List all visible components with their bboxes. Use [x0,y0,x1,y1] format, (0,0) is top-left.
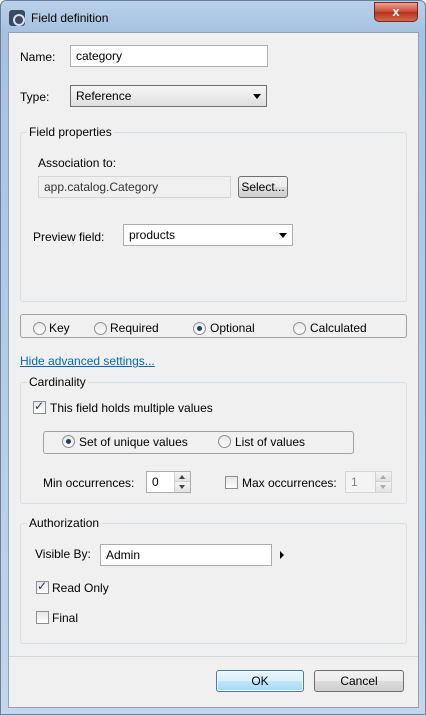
increment-icon[interactable] [175,472,190,482]
final-checkbox[interactable] [36,611,49,624]
stepper-buttons [174,472,190,492]
divider [9,656,418,657]
radio-required[interactable] [94,322,107,335]
ok-button[interactable]: OK [216,670,304,692]
association-label: Association to: [38,156,117,170]
radio-calculated-label: Calculated [310,321,367,335]
type-select-value: Reference [76,89,132,103]
radio-optional-label: Optional [210,321,255,335]
dialog-body: Name: category Type: Reference Field pro… [8,32,419,708]
app-icon [9,10,25,26]
field-properties-title: Field properties [27,125,114,139]
close-button[interactable]: x [374,2,418,22]
max-occurrences-checkbox[interactable] [225,476,238,489]
cancel-button[interactable]: Cancel [314,670,404,692]
read-only-checkbox[interactable] [36,579,49,594]
min-occurrences-label: Min occurrences: [43,476,135,490]
select-button[interactable]: Select... [238,176,288,198]
visible-by-label: Visible By: [35,547,91,561]
max-occurrences-stepper[interactable]: 1 [345,471,392,493]
multiple-values-label: This field holds multiple values [50,401,213,415]
window-title: Field definition [31,11,109,25]
preview-field-select[interactable]: products [123,224,293,246]
chevron-down-icon [253,94,261,99]
stepper-buttons [375,472,391,492]
preview-field-label: Preview field: [33,230,105,244]
increment-icon[interactable] [376,472,391,482]
hide-advanced-link[interactable]: Hide advanced settings... [20,354,155,368]
type-select[interactable]: Reference [70,85,267,107]
decrement-icon[interactable] [175,482,190,492]
preview-field-value: products [129,228,176,242]
authorization-title: Authorization [27,516,102,530]
title-bar[interactable]: Field definition x [1,1,425,33]
radio-set-unique[interactable] [62,435,75,448]
radio-required-label: Required [110,321,159,335]
radio-list-values-label: List of values [235,435,306,449]
max-occurrences-label: Max occurrences: [242,476,337,490]
max-occurrences-value: 1 [351,475,358,489]
type-label: Type: [20,90,50,104]
radio-set-unique-label: Set of unique values [79,435,188,449]
radio-key-label: Key [49,321,70,335]
radio-calculated[interactable] [293,322,306,335]
radio-list-values[interactable] [218,435,231,448]
chevron-down-icon [279,233,287,238]
association-field: app.catalog.Category [38,176,231,198]
dialog-window: Field definition x Name: category Type: … [0,0,426,715]
cardinality-title: Cardinality [27,375,88,389]
min-occurrences-stepper[interactable]: 0 [146,471,191,493]
decrement-icon[interactable] [376,482,391,492]
name-label: Name: [20,50,56,64]
read-only-label: Read Only [52,581,109,595]
final-label: Final [52,611,79,625]
expand-arrow-icon[interactable] [280,551,284,559]
name-input[interactable]: category [70,45,268,67]
multiple-values-checkbox[interactable] [33,399,46,414]
radio-key[interactable] [33,322,46,335]
radio-optional[interactable] [193,322,206,335]
visible-by-input[interactable]: Admin [100,544,272,566]
min-occurrences-value: 0 [152,475,159,489]
